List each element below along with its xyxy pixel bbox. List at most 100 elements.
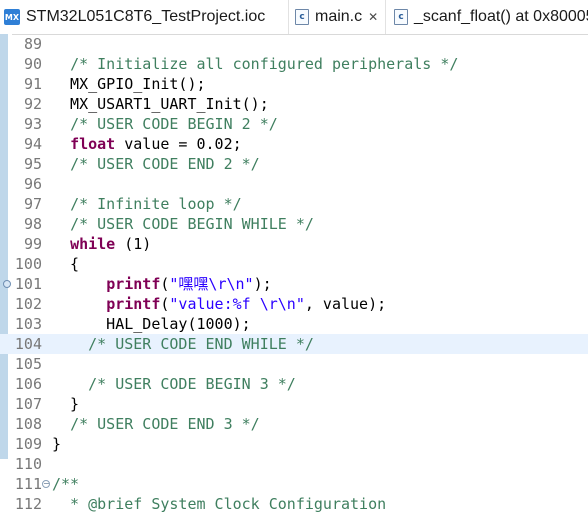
code-line[interactable]: 95 /* USER CODE END 2 */	[0, 154, 588, 174]
line-number: 97	[23, 195, 42, 213]
code-line[interactable]: 91 MX_GPIO_Init();	[0, 74, 588, 94]
code-text: HAL_Delay(1000);	[52, 314, 251, 334]
code-line[interactable]: 108 /* USER CODE END 3 */	[0, 414, 588, 434]
code-line[interactable]: 109}	[0, 434, 588, 454]
line-number: 101	[14, 275, 42, 293]
code-line[interactable]: 104 /* USER CODE END WHILE */	[0, 334, 588, 354]
code-text: float value = 0.02;	[52, 134, 242, 154]
code-line[interactable]: 92 MX_USART1_UART_Init();	[0, 94, 588, 114]
code-line[interactable]: 90 /* Initialize all configured peripher…	[0, 54, 588, 74]
line-number: 98	[23, 215, 42, 233]
fold-toggle-icon[interactable]: −	[42, 480, 50, 488]
comment-token: /* USER CODE BEGIN 2 */	[70, 115, 278, 133]
code-line[interactable]: 93 /* USER CODE BEGIN 2 */	[0, 114, 588, 134]
line-number: 105	[14, 355, 42, 373]
line-number: 89	[23, 35, 42, 53]
code-text: /* USER CODE END 2 */	[52, 154, 260, 174]
code-line[interactable]: 110	[0, 454, 588, 474]
code-line[interactable]: 103 HAL_Delay(1000);	[0, 314, 588, 334]
line-number: 108	[14, 415, 42, 433]
line-number: 90	[23, 55, 42, 73]
comment-token: /* USER CODE BEGIN WHILE */	[70, 215, 314, 233]
code-text: }	[52, 434, 61, 454]
code-editor[interactable]: 89 90 /* Initialize all configured periph…	[0, 34, 588, 515]
code-text: /* Infinite loop */	[52, 194, 242, 214]
line-number: 110	[14, 455, 42, 473]
code-line[interactable]: 112 * @brief System Clock Configuration	[0, 494, 588, 514]
code-line[interactable]: 97 /* Infinite loop */	[0, 194, 588, 214]
code-line[interactable]: 100 {	[0, 254, 588, 274]
string-token: "嘿嘿\r\n"	[169, 275, 254, 293]
code-token: );	[253, 275, 272, 293]
code-token: HAL_Delay(1000);	[52, 315, 251, 333]
code-text: /* USER CODE BEGIN 2 */	[52, 114, 278, 134]
code-text: /* USER CODE BEGIN WHILE */	[52, 214, 314, 234]
code-line[interactable]: 106 /* USER CODE BEGIN 3 */	[0, 374, 588, 394]
code-token: MX_GPIO_Init();	[52, 75, 206, 93]
string-token: "value:%f \r\n"	[169, 295, 305, 313]
comment-token: /**	[52, 475, 80, 493]
code-text: /* USER CODE BEGIN 3 */	[52, 374, 296, 394]
tab-label: _scanf_float() at 0x800050	[414, 8, 588, 25]
comment-token: /* USER CODE END 3 */	[70, 415, 260, 433]
code-token: {	[52, 255, 80, 273]
keyword-token: printf	[106, 295, 161, 313]
tab-scanf-float[interactable]: c _scanf_float() at 0x800050	[388, 0, 588, 34]
comment-token: /* USER CODE END WHILE */	[88, 335, 314, 353]
keyword-token: printf	[106, 275, 161, 293]
code-text: * @brief System Clock Configuration	[52, 494, 386, 514]
line-number: 95	[23, 155, 42, 173]
close-icon[interactable]: ✕	[368, 10, 378, 24]
tab-main-c[interactable]: c main.c ✕	[288, 0, 386, 34]
code-token: }	[52, 435, 62, 453]
line-number: 91	[23, 75, 42, 93]
code-text: printf("嘿嘿\r\n");	[52, 274, 272, 294]
line-number: 106	[14, 375, 42, 393]
editor-tab-bar: MX STM32L051C8T6_TestProject.ioc c main.…	[0, 0, 588, 35]
tab-ioc-file[interactable]: MX STM32L051C8T6_TestProject.ioc	[0, 0, 286, 34]
line-number: 104	[14, 335, 42, 353]
line-number: 109	[14, 435, 42, 453]
comment-token: * @brief System Clock Configuration	[52, 495, 387, 513]
code-line[interactable]: 105	[0, 354, 588, 374]
code-line[interactable]: 98 /* USER CODE BEGIN WHILE */	[0, 214, 588, 234]
tab-label: STM32L051C8T6_TestProject.ioc	[26, 8, 266, 25]
code-token: (1)	[115, 235, 152, 253]
line-number: 99	[23, 235, 42, 253]
line-number: 92	[23, 95, 42, 113]
code-line[interactable]: 107 }	[0, 394, 588, 414]
code-token: , value);	[304, 295, 387, 313]
code-line[interactable]: 94 float value = 0.02;	[0, 134, 588, 154]
code-line[interactable]: 89	[0, 34, 588, 54]
code-text: /* USER CODE END WHILE */	[52, 334, 314, 354]
comment-token: /* USER CODE END 2 */	[70, 155, 260, 173]
comment-token: /* Initialize all configured peripherals…	[70, 55, 459, 73]
line-number: 96	[23, 175, 42, 193]
code-line[interactable]: 101 printf("嘿嘿\r\n");	[0, 274, 588, 294]
code-text: MX_GPIO_Init();	[52, 74, 206, 94]
line-number: 93	[23, 115, 42, 133]
code-token: }	[52, 395, 80, 413]
comment-token: /* Infinite loop */	[70, 195, 242, 213]
line-number: 107	[14, 395, 42, 413]
line-number: 112	[14, 495, 42, 513]
code-text: /* USER CODE END 3 */	[52, 414, 260, 434]
code-token: MX_USART1_UART_Init();	[52, 95, 269, 113]
code-line[interactable]: 111−/**	[0, 474, 588, 494]
mx-icon: MX	[4, 9, 20, 25]
line-number: 111	[14, 475, 42, 493]
line-number: 102	[14, 295, 42, 313]
code-line[interactable]: 102 printf("value:%f \r\n", value);	[0, 294, 588, 314]
breakpoint-marker-icon[interactable]	[3, 280, 11, 288]
code-line[interactable]: 99 while (1)	[0, 234, 588, 254]
code-text: MX_USART1_UART_Init();	[52, 94, 269, 114]
code-line[interactable]: 96	[0, 174, 588, 194]
code-text: printf("value:%f \r\n", value);	[52, 294, 386, 314]
